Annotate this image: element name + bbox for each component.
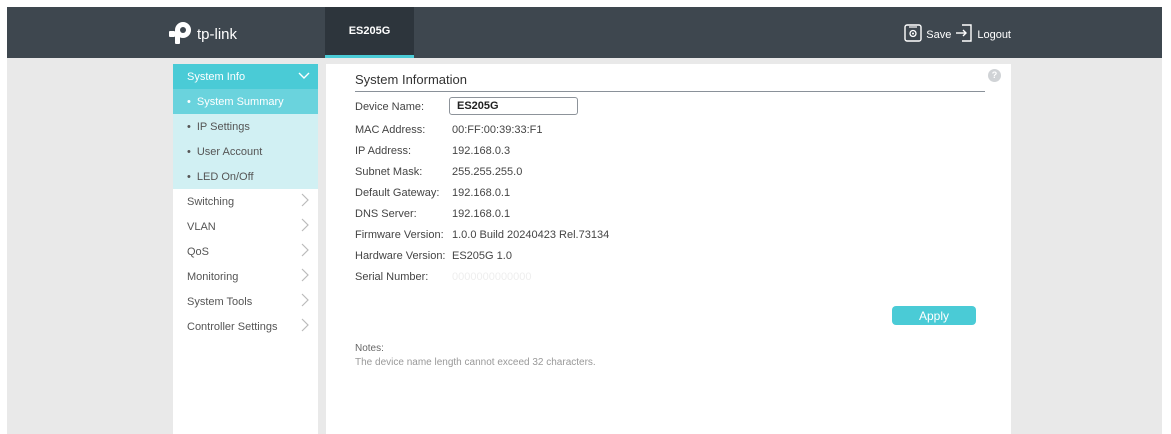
notes-title: Notes: [355, 343, 384, 354]
brand-logo: tp-link [168, 21, 238, 48]
sidebar-item-qos[interactable]: QoS [173, 239, 318, 264]
mac-address-value: 00:FF:00:39:33:F1 [452, 124, 543, 136]
sidebar-item-label: QoS [187, 245, 210, 258]
firmware-version-value: 1.0.0 Build 20240423 Rel.73134 [452, 229, 610, 241]
sidebar-item-monitoring[interactable]: Monitoring [173, 264, 318, 289]
chevron-right-icon [300, 318, 310, 335]
apply-button[interactable]: Apply [892, 306, 976, 325]
sidebar-item-system-tools[interactable]: System Tools [173, 289, 318, 314]
hardware-version-value: ES205G 1.0 [452, 250, 512, 262]
chevron-right-icon [300, 268, 310, 285]
sidebar-subgroup: • System Summary • IP Settings • User Ac… [173, 89, 318, 189]
bullet-icon: • [187, 120, 191, 133]
sidebar-item-label: User Account [196, 145, 263, 158]
sidebar-item-system-summary[interactable]: • System Summary [173, 89, 318, 114]
chevron-down-icon [298, 71, 310, 83]
logout-button[interactable]: Logout [955, 24, 1011, 45]
default-gateway-value: 192.168.0.1 [452, 187, 511, 199]
sidebar-item-user-account[interactable]: • User Account [173, 139, 318, 164]
brand-name: tp-link [197, 25, 238, 43]
bullet-icon: • [187, 95, 191, 108]
bullet-icon: • [187, 145, 191, 158]
sidebar-item-led-on-off[interactable]: • LED On/Off [173, 164, 318, 189]
sidebar-item-vlan[interactable]: VLAN [173, 214, 318, 239]
hardware-version-label: Hardware Version: [355, 250, 446, 262]
subnet-mask-value: 255.255.255.0 [452, 166, 523, 178]
top-actions: Save Logout [904, 24, 1011, 45]
subnet-mask-label: Subnet Mask: [355, 166, 423, 178]
ip-address-label: IP Address: [355, 145, 412, 157]
default-gateway-label: Default Gateway: [355, 187, 440, 199]
sidebar-item-controller-settings[interactable]: Controller Settings [173, 314, 318, 339]
sidebar: System Info • System Summary • IP Settin… [173, 64, 318, 434]
sidebar-group-label: System Info [187, 70, 246, 83]
sidebar-group-system-info[interactable]: System Info [173, 64, 318, 89]
firmware-version-label: Firmware Version: [355, 229, 444, 241]
dns-server-value: 192.168.0.1 [452, 208, 511, 220]
notes-text: The device name length cannot exceed 32 … [355, 357, 596, 368]
chevron-right-icon [300, 218, 310, 235]
sidebar-item-label: System Tools [187, 295, 253, 308]
tab-device-label: ES205G [348, 25, 391, 37]
help-icon[interactable]: ? [988, 69, 1001, 82]
sidebar-item-label: Controller Settings [187, 320, 278, 333]
tab-device[interactable]: ES205G [325, 7, 414, 58]
page-title: System Information [355, 72, 467, 87]
serial-number-label: Serial Number: [355, 271, 429, 283]
sidebar-item-label: Switching [187, 195, 235, 208]
sidebar-item-label: Monitoring [187, 270, 239, 283]
tab-active-indicator [325, 55, 414, 58]
title-divider [355, 91, 985, 92]
logout-icon [955, 24, 973, 45]
save-label: Save [926, 28, 952, 41]
save-icon [904, 24, 922, 45]
bullet-icon: • [187, 170, 191, 183]
ip-address-value: 192.168.0.3 [452, 145, 511, 157]
tp-link-logo-icon [168, 21, 194, 48]
save-button[interactable]: Save [904, 24, 951, 45]
sidebar-item-label: IP Settings [196, 120, 250, 133]
logout-label: Logout [977, 28, 1011, 41]
sidebar-item-ip-settings[interactable]: • IP Settings [173, 114, 318, 139]
mac-address-label: MAC Address: [355, 124, 426, 136]
device-name-label: Device Name: [355, 101, 425, 113]
sidebar-item-label: VLAN [187, 220, 216, 233]
device-name-input[interactable] [449, 97, 578, 115]
chevron-right-icon [300, 293, 310, 310]
sidebar-item-switching[interactable]: Switching [173, 189, 318, 214]
serial-number-value: 0000000000000 [452, 271, 532, 283]
dns-server-label: DNS Server: [355, 208, 417, 220]
sidebar-item-label: LED On/Off [196, 170, 254, 183]
chevron-right-icon [300, 193, 310, 210]
chevron-right-icon [300, 243, 310, 260]
main-content: System Information ? Device Name: MAC Ad… [326, 64, 1011, 434]
sidebar-item-label: System Summary [196, 95, 284, 108]
